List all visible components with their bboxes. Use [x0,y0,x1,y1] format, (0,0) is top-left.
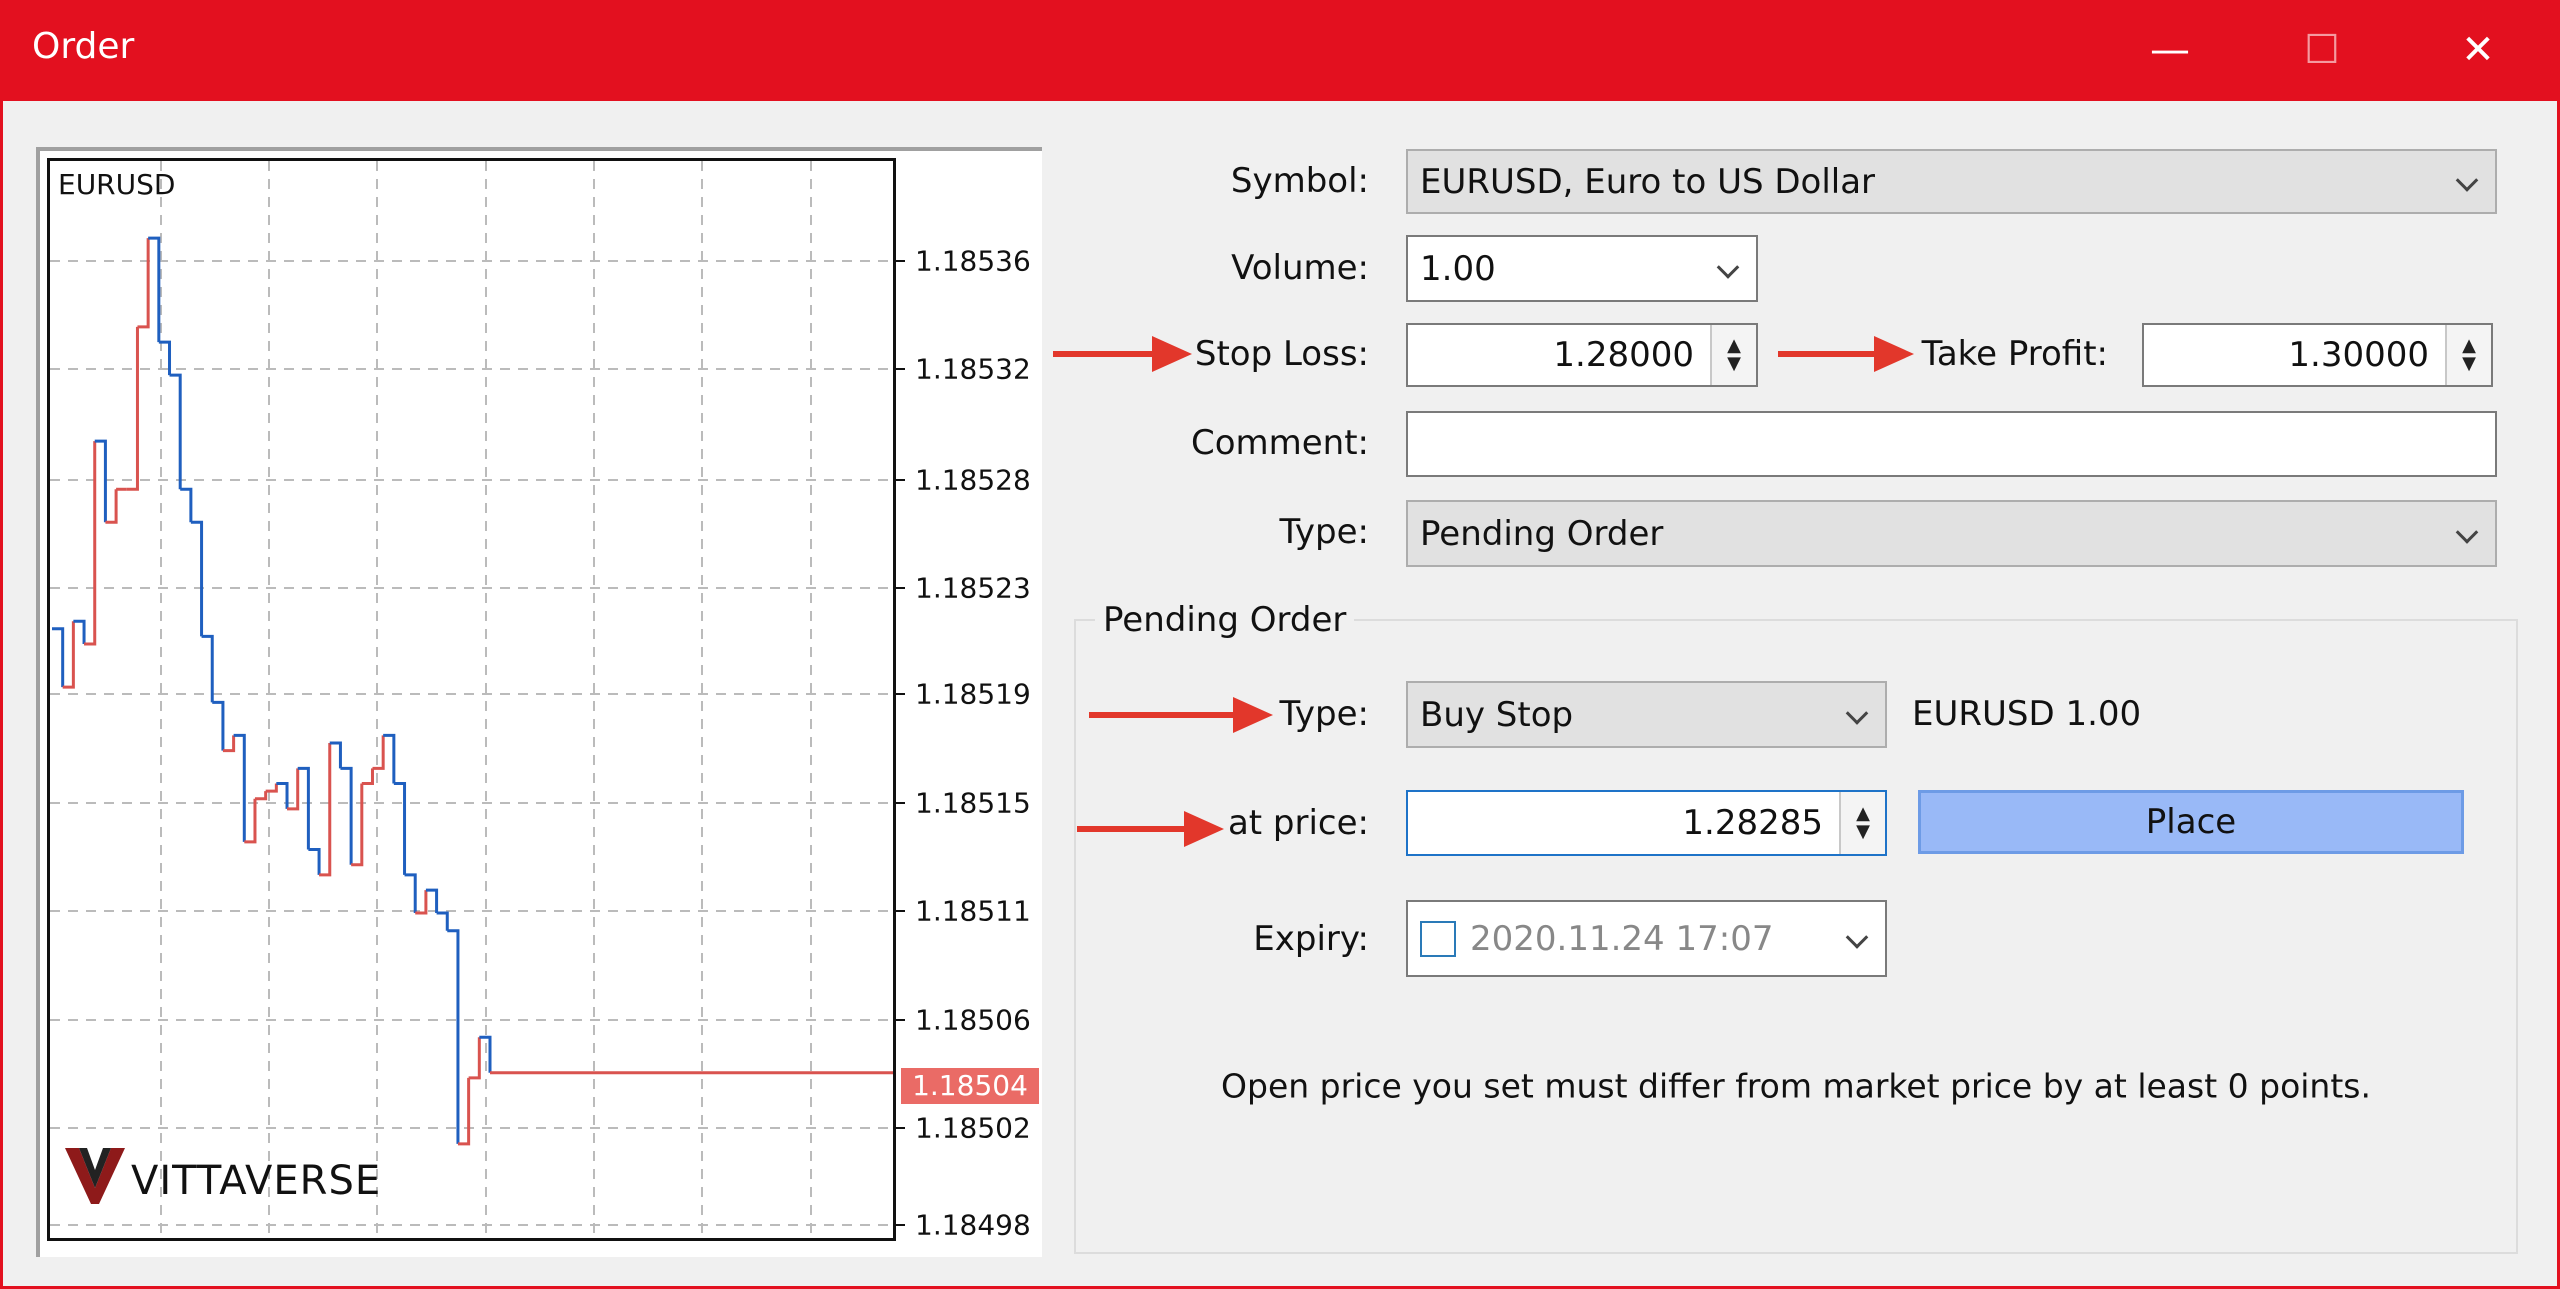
red-arrow-icon [1778,336,1914,372]
red-arrow-icon [1053,336,1192,372]
annotation-arrows [1053,336,1914,847]
red-arrow-icon [1077,811,1224,847]
red-arrow-icon [1089,697,1273,733]
